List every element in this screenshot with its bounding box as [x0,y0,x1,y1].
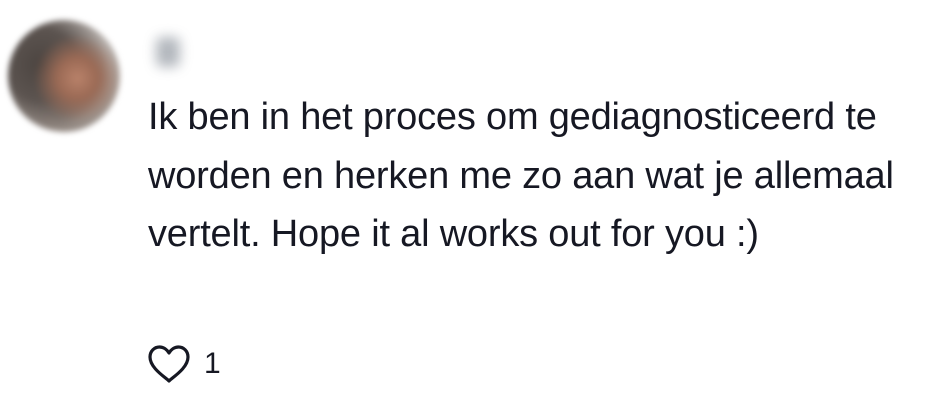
like-row: 1 [146,342,221,386]
comment-item: Ik ben in het proces om gediagnosticeerd… [0,0,946,400]
heart-icon[interactable] [146,343,192,385]
avatar[interactable] [8,20,120,132]
comment-text: Ik ben in het proces om gediagnosticeerd… [148,96,894,255]
like-count: 1 [204,347,221,380]
username[interactable] [146,32,190,72]
username-redacted [156,37,180,67]
